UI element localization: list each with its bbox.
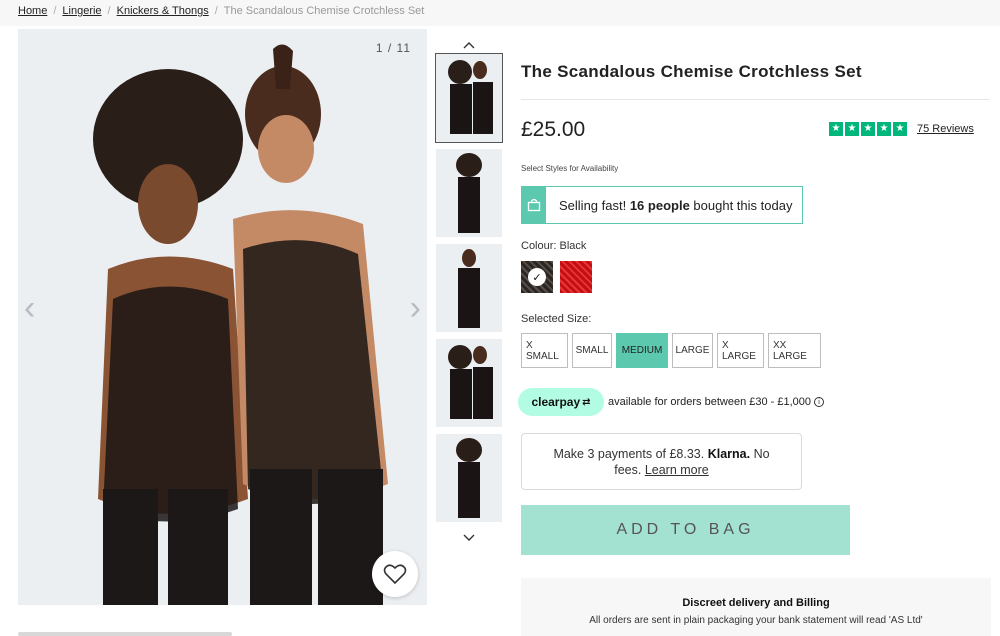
breadcrumb-home[interactable]: Home	[18, 5, 47, 17]
klarna-text: Make 3 payments of £8.33. Klarna. No fee…	[542, 446, 781, 478]
breadcrumb-bar: Home / Lingerie / Knickers & Thongs / The Scan…	[0, 0, 1000, 26]
delivery-info: Discreet delivery and Billing All orders…	[521, 578, 991, 636]
thumbnail-strip	[435, 36, 503, 546]
selling-fast-banner: Selling fast! 16 people bought this toda…	[521, 186, 803, 224]
breadcrumb-knickers-thongs[interactable]: Knickers & Thongs	[117, 5, 209, 17]
colour-swatch-black[interactable]: ✓	[521, 261, 553, 293]
clearpay-row: clearpay ⇄ available for orders between £…	[518, 388, 825, 416]
image-counter: 1 / 11	[375, 41, 411, 55]
clearpay-badge[interactable]: clearpay ⇄	[518, 388, 604, 416]
star-icon: ★	[877, 122, 891, 136]
thumbnail-4[interactable]	[436, 339, 502, 427]
breadcrumb-separator: /	[214, 5, 218, 17]
size-option-large[interactable]: LARGE	[672, 333, 713, 368]
size-selector: X SMALL SMALL MEDIUM LARGE X LARGE XX LA…	[521, 333, 821, 368]
klarna-prefix: Make 3 payments of £8.33.	[553, 446, 705, 461]
thumbnail-2[interactable]	[436, 149, 502, 237]
klarna-box: Make 3 payments of £8.33. Klarna. No fee…	[521, 433, 802, 490]
delivery-text: All orders are sent in plain packaging y…	[589, 615, 923, 626]
selling-fast-suffix: bought this today	[693, 197, 793, 213]
breadcrumb-separator: /	[53, 5, 57, 17]
clearpay-text: available for orders between £30 - £1,00…	[608, 396, 812, 408]
checkmark-icon: ✓	[528, 268, 546, 286]
reviews-link[interactable]: 75 Reviews	[917, 123, 974, 135]
size-option-small[interactable]: SMALL	[572, 333, 612, 368]
breadcrumb-lingerie[interactable]: Lingerie	[62, 5, 101, 17]
colour-swatch-red[interactable]	[560, 261, 592, 293]
breadcrumb: Home / Lingerie / Knickers & Thongs / The Scan…	[18, 5, 424, 17]
star-icon: ★	[861, 122, 875, 136]
breadcrumb-current: The Scandalous Chemise Crotchless Set	[223, 5, 425, 17]
availability-note: Select Styles for Availability	[521, 164, 619, 173]
selling-fast-text: Selling fast! 16 people bought this toda…	[559, 198, 792, 213]
selling-fast-prefix: Selling fast!	[559, 197, 627, 213]
product-photo	[93, 44, 388, 605]
heart-icon	[383, 564, 407, 585]
info-icon[interactable]: i	[814, 397, 825, 407]
klarna-learn-more-link[interactable]: Learn more	[645, 463, 709, 477]
delivery-title: Discreet delivery and Billing	[682, 597, 830, 609]
thumbnail-up-arrow-icon[interactable]	[435, 36, 503, 54]
size-option-xx-large[interactable]: XX LARGE	[768, 333, 821, 368]
colour-label: Colour: Black	[521, 240, 587, 252]
main-product-image[interactable]: 1 / 11 ‹ ›	[18, 29, 427, 605]
clearpay-arrows-icon: ⇄	[582, 396, 591, 408]
next-image-arrow-icon[interactable]: ›	[410, 291, 421, 325]
product-title: The Scandalous Chemise Crotchless Set	[521, 62, 862, 81]
thumbnail-down-arrow-icon[interactable]	[435, 529, 503, 547]
horizontal-scrollbar[interactable]	[18, 632, 232, 636]
prev-image-arrow-icon[interactable]: ‹	[24, 291, 35, 325]
thumbnail-5[interactable]	[436, 434, 502, 522]
thumbnail-3[interactable]	[436, 244, 502, 332]
thumbnail-1[interactable]	[435, 53, 503, 143]
star-icon: ★	[845, 122, 859, 136]
star-icon: ★	[893, 122, 907, 136]
trustpilot-rating: ★ ★ ★ ★ ★ 75 Reviews	[829, 122, 974, 136]
wishlist-heart-button[interactable]	[372, 551, 418, 597]
product-price: £25.00	[521, 118, 586, 141]
size-label: Selected Size:	[521, 313, 592, 325]
breadcrumb-separator: /	[107, 5, 111, 17]
divider	[521, 99, 990, 100]
clearpay-logo-text: clearpay	[531, 395, 581, 409]
add-to-bag-button[interactable]: ADD TO BAG	[521, 505, 850, 555]
selling-fast-count: 16 people	[629, 197, 690, 213]
size-option-medium[interactable]: MEDIUM	[616, 333, 668, 368]
klarna-brand: Klarna.	[707, 446, 751, 461]
star-icon: ★	[829, 122, 843, 136]
size-option-x-small[interactable]: X SMALL	[521, 333, 568, 368]
shopping-bag-icon	[522, 187, 546, 223]
size-option-x-large[interactable]: X LARGE	[717, 333, 764, 368]
